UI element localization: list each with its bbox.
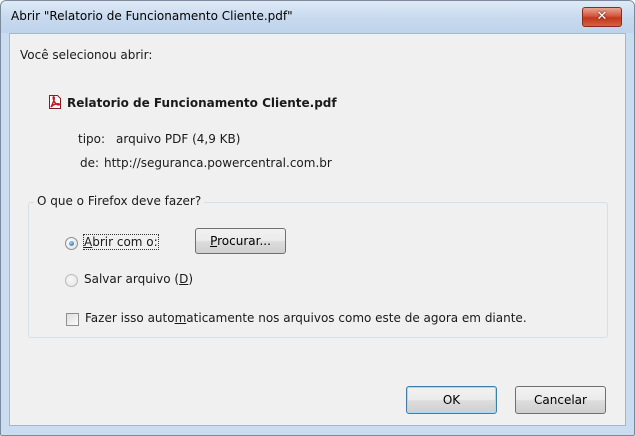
from-label: de:	[80, 156, 100, 170]
file-name: Relatorio de Funcionamento Cliente.pdf	[67, 96, 337, 110]
auto-text-before: Fazer isso auto	[85, 311, 175, 325]
action-group-legend: O que o Firefox deve fazer?	[34, 194, 205, 208]
open-with-text: brir com o:	[92, 235, 158, 249]
open-with-label[interactable]: Abrir com o:	[83, 234, 159, 250]
pdf-file-icon	[49, 95, 61, 109]
open-with-accel: A	[84, 235, 93, 249]
auto-accel: m	[174, 311, 187, 325]
type-label: tipo:	[78, 132, 106, 146]
ok-button[interactable]: OK	[406, 386, 497, 414]
close-icon: ✕	[596, 9, 608, 24]
type-value: arquivo PDF (4,9 KB)	[116, 132, 241, 146]
download-dialog-window: Abrir "Relatorio de Funcionamento Client…	[0, 0, 635, 436]
auto-checkbox[interactable]	[66, 313, 79, 326]
dialog-content: Você selecionou abrir: Relatorio de Func…	[9, 33, 626, 426]
save-file-text-before: Salvar arquivo (	[84, 272, 180, 286]
save-file-accel: D	[179, 272, 189, 286]
close-button[interactable]: ✕	[582, 7, 622, 27]
open-with-radio[interactable]	[65, 237, 78, 250]
title-bar[interactable]: Abrir "Relatorio de Funcionamento Client…	[1, 1, 634, 33]
browse-text: rocurar...	[217, 234, 271, 248]
save-file-text-after: )	[188, 272, 194, 286]
save-file-label[interactable]: Salvar arquivo (D)	[84, 272, 193, 286]
save-file-radio[interactable]	[65, 274, 78, 287]
intro-label: Você selecionou abrir:	[20, 48, 153, 62]
auto-text-after: aticamente nos arquivos como este de ago…	[186, 311, 527, 325]
cancel-button[interactable]: Cancelar	[515, 386, 606, 414]
from-value: http://seguranca.powercentral.com.br	[104, 156, 332, 170]
browse-button[interactable]: Procurar...	[195, 228, 286, 254]
window-title: Abrir "Relatorio de Funcionamento Client…	[11, 9, 293, 23]
auto-label[interactable]: Fazer isso automaticamente nos arquivos …	[85, 311, 527, 325]
